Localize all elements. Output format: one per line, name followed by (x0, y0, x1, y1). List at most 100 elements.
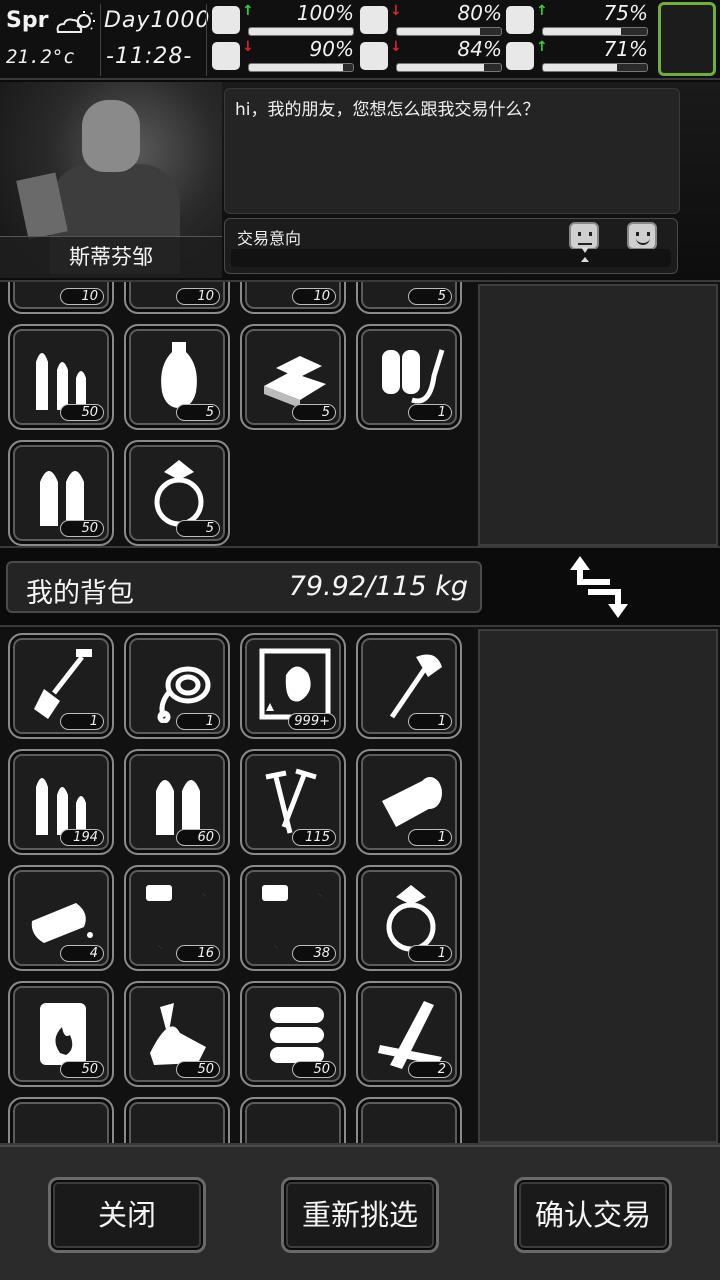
inventory-slot[interactable]: 194 (8, 749, 114, 855)
inventory-slot[interactable]: 10 (240, 282, 346, 314)
item-quantity: 1 (408, 713, 452, 730)
inventory-slot[interactable]: 1 (124, 633, 230, 739)
inventory-slot[interactable]: 5 (124, 440, 230, 546)
rifle-ammo-icon (36, 778, 86, 835)
backpack-weight: 79.92/115 kg (288, 571, 468, 602)
item-quantity: 10 (292, 288, 336, 305)
inventory-slot[interactable]: 50 (8, 440, 114, 546)
day-counter: Day1000 (104, 8, 211, 33)
swap-arrows-icon[interactable] (570, 556, 628, 618)
inventory-slot[interactable]: 4 (8, 865, 114, 971)
inventory-slot[interactable]: 115 (240, 749, 346, 855)
item-quantity: 5 (176, 520, 220, 537)
inventory-slot[interactable]: 1 (356, 324, 462, 430)
trade-intent-label: 交易意向 (237, 229, 302, 248)
confirm-trade-button[interactable]: 确认交易 (514, 1177, 672, 1253)
pistol-ammo-icon (40, 471, 84, 526)
stat-medkit: ↑ 100% (212, 1, 354, 38)
stat-bar (542, 27, 648, 36)
item-quantity: 16 (176, 945, 220, 962)
item-quantity: 50 (176, 1061, 220, 1078)
inventory-slot[interactable]: 999+ (240, 633, 346, 739)
reselect-button[interactable]: 重新挑选 (281, 1177, 439, 1253)
backpack-header: 我的背包 79.92/115 kg (6, 561, 482, 613)
inventory-slot[interactable]: 50 (8, 324, 114, 430)
inventory-slot[interactable]: 60 (124, 749, 230, 855)
stat-value: 100% (296, 1, 354, 25)
stat-foot: ↓ 90% (212, 37, 354, 74)
foot-icon (212, 42, 240, 70)
item-quantity: 1 (408, 829, 452, 846)
dialog-box: hi，我的朋友，您想怎么跟我交易什么？ (224, 88, 680, 214)
item-quantity: 50 (292, 1061, 336, 1078)
inventory-slot[interactable]: 1 (356, 865, 462, 971)
water-drop-icon (360, 42, 388, 70)
game-clock: -11:28- (106, 44, 193, 69)
item-quantity: 10 (176, 288, 220, 305)
backpack-title: 我的背包 (26, 578, 134, 609)
item-quantity: 999+ (288, 713, 336, 730)
item-quantity: 5 (292, 404, 336, 421)
divider (206, 4, 207, 76)
item-quantity: 194 (60, 829, 104, 846)
inventory-slot[interactable]: 50 (124, 981, 230, 1087)
scrap-metal-icon (150, 1003, 206, 1065)
medkit-icon (212, 6, 240, 34)
inventory-slot[interactable]: 1 (356, 633, 462, 739)
inventory-slot[interactable]: 16 (124, 865, 230, 971)
intent-marker-icon (581, 247, 589, 262)
vase-icon (161, 342, 197, 408)
planks-icon (378, 1001, 442, 1069)
stomach-icon (360, 6, 388, 34)
inventory-slot[interactable]: 10 (124, 282, 230, 314)
test-tube-vi-icon (262, 885, 323, 949)
inventory-slot[interactable]: 1 (8, 633, 114, 739)
bread-icon (31, 903, 93, 943)
trader-header: 斯蒂芬邹 hi，我的朋友，您想怎么跟我交易什么？ 交易意向 (0, 82, 720, 280)
trader-offer-slot[interactable] (478, 284, 718, 546)
stat-bar (396, 27, 502, 36)
trend-arrow-icon: ↓ (390, 39, 402, 55)
bottle-icon (256, 1109, 334, 1145)
trend-arrow-icon: ↑ (242, 3, 254, 19)
inventory-slot[interactable]: 5 (124, 324, 230, 430)
stat-water-drop: ↓ 84% (360, 37, 502, 74)
inventory-slot[interactable]: 10 (8, 282, 114, 314)
inventory-slot[interactable] (356, 1097, 462, 1143)
inventory-slot[interactable]: 2 (356, 981, 462, 1087)
divider (100, 4, 101, 76)
player-inventory: 1 1 999+ 1 194 60 115 1 4 16 38 1 50 50 50 2 (0, 625, 720, 1145)
stat-stomach: ↓ 80% (360, 1, 502, 38)
trend-arrow-icon: ↑ (536, 3, 548, 19)
axe-icon (389, 654, 442, 719)
inventory-slot[interactable]: 50 (240, 981, 346, 1087)
stat-value: 90% (309, 37, 354, 61)
rope-icon (157, 666, 211, 723)
heart-icon (506, 42, 534, 70)
gold-bars-icon (264, 356, 326, 408)
item-quantity: 50 (60, 1061, 104, 1078)
bandage-roll-icon (382, 777, 442, 827)
inventory-slot[interactable] (8, 1097, 114, 1143)
inventory-slot[interactable]: 5 (356, 282, 462, 314)
inventory-slot[interactable]: 1 (356, 749, 462, 855)
inventory-slot[interactable]: 50 (8, 981, 114, 1087)
close-button[interactable]: 关闭 (48, 1177, 206, 1253)
trend-arrow-icon: ↓ (390, 3, 402, 19)
item-quantity: 1 (60, 713, 104, 730)
happy-face-icon (627, 222, 657, 250)
stat-bar (542, 63, 648, 72)
equipped-slot[interactable] (658, 2, 716, 76)
shovel-icon (34, 649, 92, 719)
inventory-slot[interactable] (240, 1097, 346, 1145)
inventory-slot[interactable]: 5 (240, 324, 346, 430)
item-quantity: 1 (176, 713, 220, 730)
season-label: Spr (6, 8, 49, 33)
flamethrower-icon (382, 349, 445, 404)
inventory-slot[interactable]: 38 (240, 865, 346, 971)
item-quantity: 4 (60, 945, 104, 962)
stone-icon (140, 1109, 218, 1145)
inventory-slot[interactable] (124, 1097, 230, 1145)
stat-bar (248, 63, 354, 72)
player-offer-slot[interactable] (478, 629, 718, 1143)
